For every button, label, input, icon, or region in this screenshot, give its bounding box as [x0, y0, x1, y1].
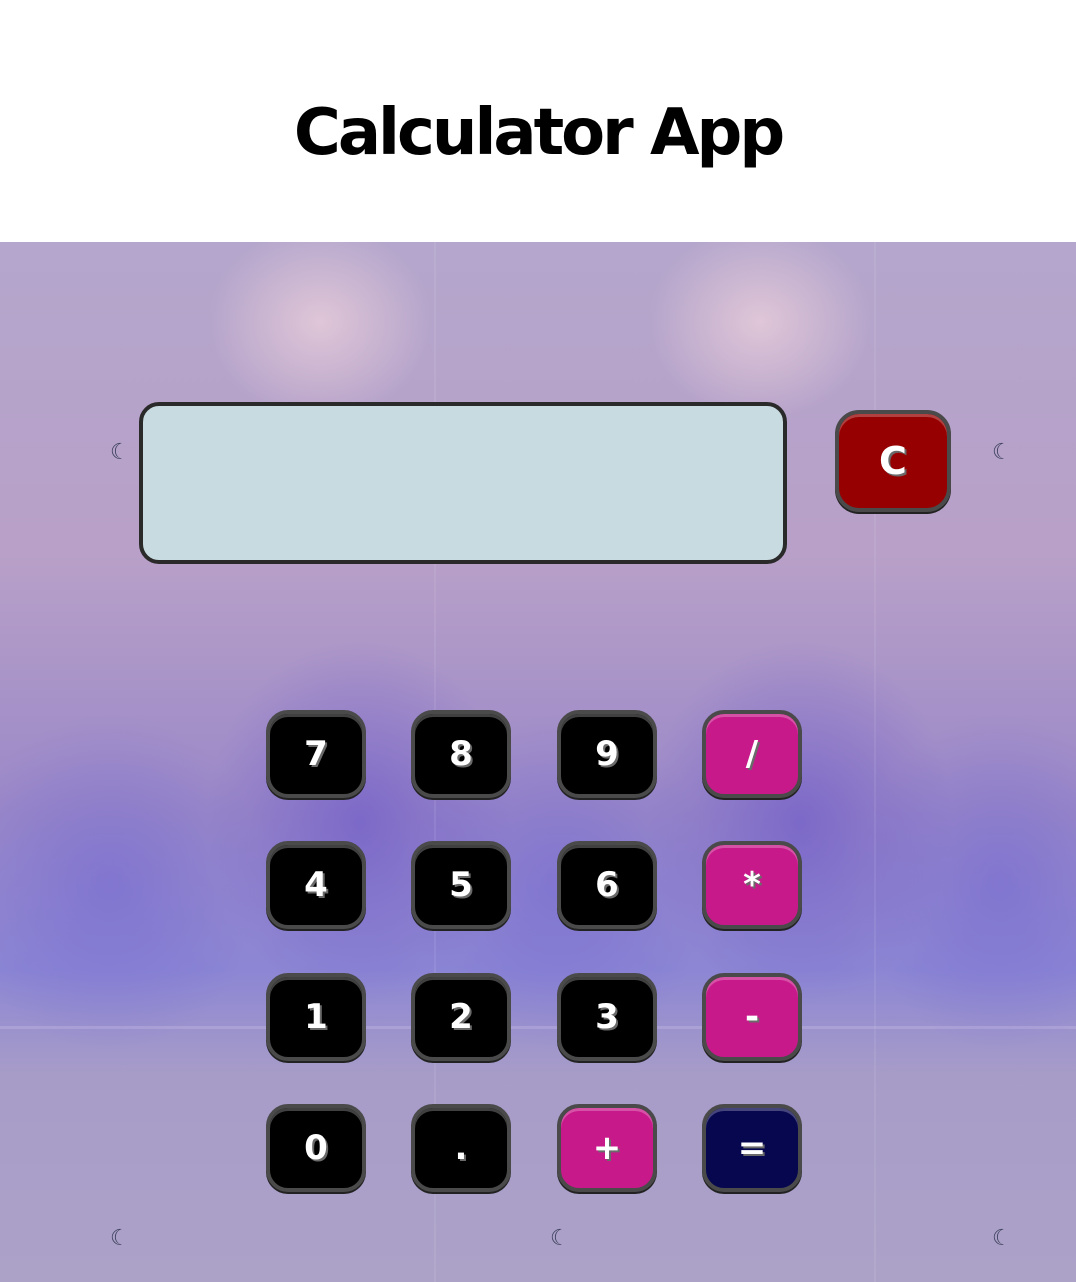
digit-7-button[interactable]: 7	[266, 710, 366, 798]
digit-3-button[interactable]: 3	[557, 973, 657, 1061]
divide-button[interactable]: /	[702, 710, 802, 798]
digit-4-button[interactable]: 4	[266, 841, 366, 929]
digit-0-button[interactable]: 0	[266, 1104, 366, 1192]
calculator-background	[0, 242, 1076, 1282]
moon-icon: ☾	[992, 440, 1012, 465]
moon-icon: ☾	[110, 1226, 130, 1251]
digit-9-button[interactable]: 9	[557, 710, 657, 798]
digit-5-button[interactable]: 5	[411, 841, 511, 929]
moon-icon: ☾	[550, 1226, 570, 1251]
decimal-button[interactable]: .	[411, 1104, 511, 1192]
page-title: Calculator App	[293, 96, 785, 170]
multiply-button[interactable]: *	[702, 841, 802, 929]
digit-2-button[interactable]: 2	[411, 973, 511, 1061]
digit-8-button[interactable]: 8	[411, 710, 511, 798]
subtract-button[interactable]: -	[702, 973, 802, 1061]
background-tile-seam	[874, 242, 876, 1282]
add-button[interactable]: +	[557, 1104, 657, 1192]
equals-button[interactable]: =	[702, 1104, 802, 1192]
digit-6-button[interactable]: 6	[557, 841, 657, 929]
clear-button[interactable]: C	[835, 410, 951, 512]
calculator-display[interactable]	[139, 402, 787, 564]
moon-icon: ☾	[992, 1226, 1012, 1251]
moon-icon: ☾	[110, 440, 130, 465]
digit-1-button[interactable]: 1	[266, 973, 366, 1061]
background-tile-seam	[0, 1026, 1076, 1029]
